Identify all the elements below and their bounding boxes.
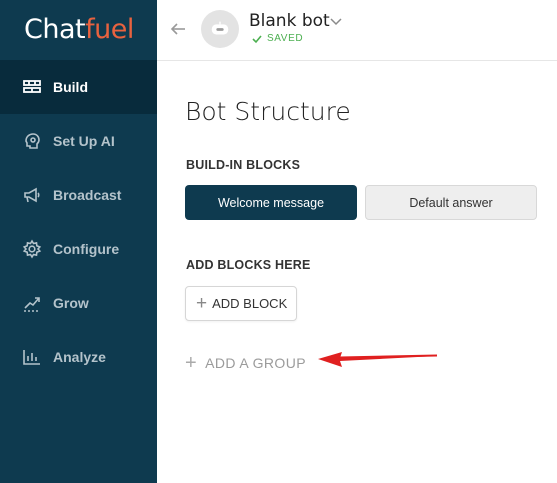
sidebar-item-configure[interactable]: Configure bbox=[0, 222, 157, 276]
sidebar-item-label: Build bbox=[53, 79, 88, 95]
sidebar-item-analyze[interactable]: Analyze bbox=[0, 330, 157, 384]
sidebar: Chatfuel Build Set Up AI Broadcast Confi… bbox=[0, 0, 157, 483]
sidebar-item-broadcast[interactable]: Broadcast bbox=[0, 168, 157, 222]
saved-status: SAVED bbox=[252, 33, 303, 44]
add-group-button[interactable]: + ADD A GROUP bbox=[185, 353, 306, 373]
logo-text-fuel: fuel bbox=[85, 14, 134, 45]
add-block-button[interactable]: + ADD BLOCK bbox=[185, 286, 297, 321]
bot-avatar bbox=[201, 10, 239, 48]
saved-status-label: SAVED bbox=[267, 33, 304, 44]
plus-icon: + bbox=[185, 352, 198, 374]
sidebar-item-build[interactable]: Build bbox=[0, 60, 157, 114]
sidebar-item-grow[interactable]: Grow bbox=[0, 276, 157, 330]
back-arrow-icon[interactable] bbox=[168, 19, 188, 39]
sidebar-item-label: Analyze bbox=[53, 349, 106, 365]
sidebar-item-set-up-ai[interactable]: Set Up AI bbox=[0, 114, 157, 168]
sidebar-item-label: Set Up AI bbox=[53, 133, 115, 149]
top-bar: Blank bot SAVED bbox=[157, 0, 557, 61]
bot-name[interactable]: Blank bot bbox=[249, 11, 330, 31]
sidebar-item-label: Grow bbox=[53, 295, 89, 311]
grow-icon bbox=[22, 293, 42, 313]
welcome-message-block[interactable]: Welcome message bbox=[185, 185, 357, 220]
robot-icon bbox=[211, 21, 229, 35]
default-answer-block[interactable]: Default answer bbox=[365, 185, 537, 220]
main-content: Bot Structure BUILD-IN BLOCKS Welcome me… bbox=[157, 61, 557, 483]
megaphone-icon bbox=[22, 185, 42, 205]
chatfuel-logo[interactable]: Chatfuel bbox=[24, 14, 134, 45]
add-blocks-label: ADD BLOCKS HERE bbox=[186, 258, 311, 272]
add-group-label: ADD A GROUP bbox=[205, 355, 306, 371]
plus-icon: + bbox=[196, 293, 208, 314]
sidebar-item-label: Broadcast bbox=[53, 187, 122, 203]
logo-text-chat: Chat bbox=[24, 14, 86, 45]
sidebar-item-label: Configure bbox=[53, 241, 120, 257]
builtin-blocks-label: BUILD-IN BLOCKS bbox=[186, 158, 301, 172]
gear-icon bbox=[22, 239, 42, 259]
page-title: Bot Structure bbox=[185, 97, 351, 126]
ai-icon bbox=[22, 131, 42, 151]
add-block-label: ADD BLOCK bbox=[212, 296, 288, 311]
chart-icon bbox=[22, 347, 42, 367]
chevron-down-icon[interactable] bbox=[329, 14, 343, 28]
build-icon bbox=[22, 77, 42, 97]
check-icon bbox=[252, 34, 262, 43]
